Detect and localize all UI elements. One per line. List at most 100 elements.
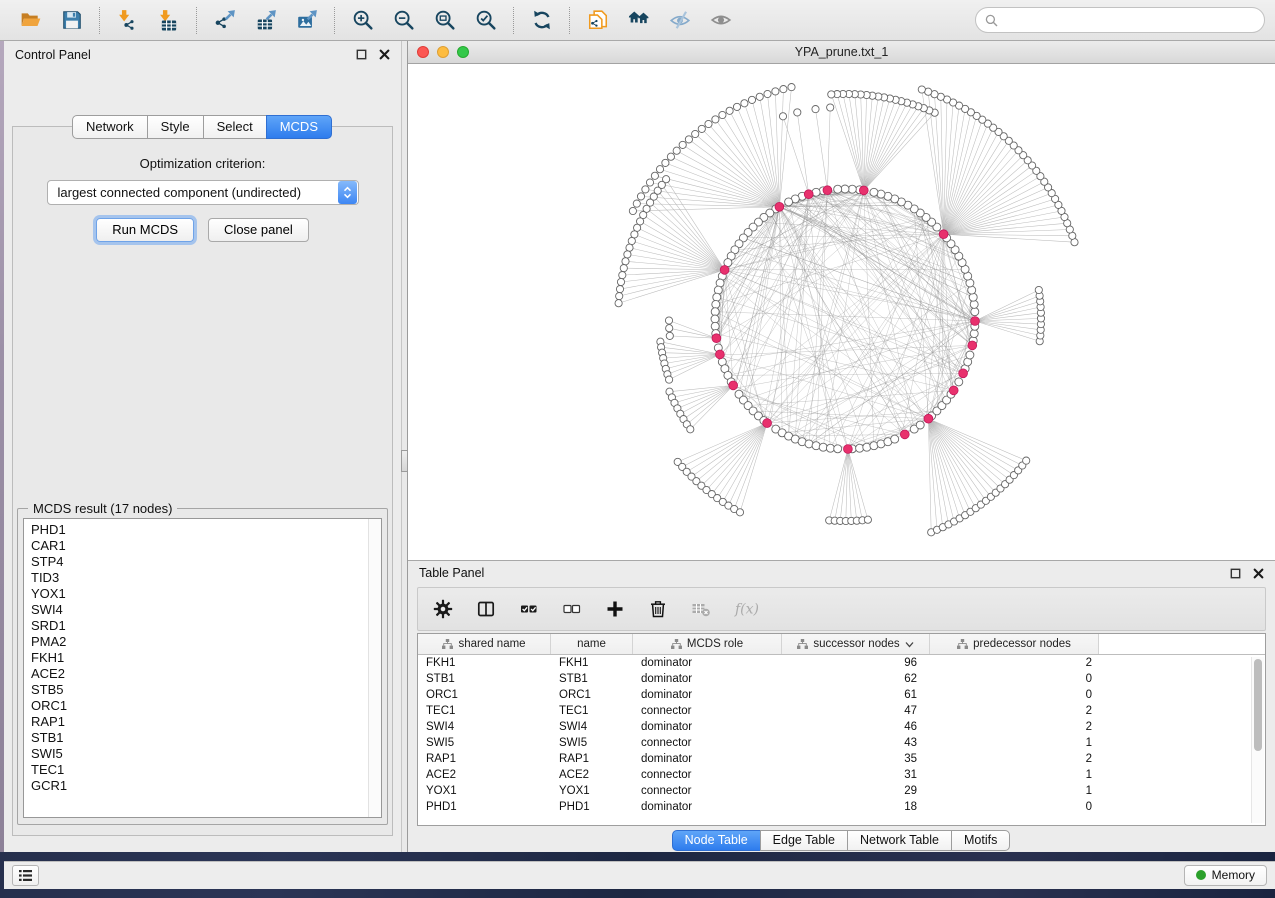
- table-row[interactable]: SWI4SWI4dominator462: [418, 719, 1265, 735]
- cell-successor-nodes[interactable]: 29: [782, 785, 930, 797]
- cell-name[interactable]: PHD1: [551, 801, 633, 813]
- criterion-dropdown[interactable]: largest connected component (undirected): [47, 180, 359, 205]
- cell-predecessor-nodes[interactable]: 2: [930, 705, 1099, 717]
- column-header-name[interactable]: name: [551, 634, 633, 654]
- cell-shared-name[interactable]: RAP1: [418, 753, 551, 765]
- export-table-button[interactable]: [245, 4, 286, 37]
- zoom-window-button[interactable]: [457, 46, 469, 58]
- mcds-result-item[interactable]: TEC1: [24, 762, 381, 778]
- mcds-result-item[interactable]: TID3: [24, 570, 381, 586]
- tab-network[interactable]: Network: [72, 115, 148, 139]
- float-table-panel-icon[interactable]: [1230, 568, 1241, 579]
- cell-MCDS-role[interactable]: dominator: [633, 801, 782, 813]
- create-column-button[interactable]: [602, 596, 628, 622]
- mcds-result-item[interactable]: CAR1: [24, 538, 381, 554]
- zoom-selected-button[interactable]: [465, 4, 506, 37]
- mcds-result-item[interactable]: SWI4: [24, 602, 381, 618]
- cell-name[interactable]: TEC1: [551, 705, 633, 717]
- tab-style[interactable]: Style: [147, 115, 204, 139]
- close-table-panel-icon[interactable]: [1253, 568, 1264, 579]
- cell-successor-nodes[interactable]: 62: [782, 673, 930, 685]
- import-table-button[interactable]: [148, 4, 189, 37]
- cell-name[interactable]: ORC1: [551, 689, 633, 701]
- cell-MCDS-role[interactable]: connector: [633, 785, 782, 797]
- cell-predecessor-nodes[interactable]: 0: [930, 673, 1099, 685]
- cell-predecessor-nodes[interactable]: 2: [930, 657, 1099, 669]
- tab-mcds[interactable]: MCDS: [266, 115, 332, 139]
- delete-columns-button[interactable]: [645, 596, 671, 622]
- cell-MCDS-role[interactable]: dominator: [633, 721, 782, 733]
- minimize-window-button[interactable]: [437, 46, 449, 58]
- mcds-result-item[interactable]: YOX1: [24, 586, 381, 602]
- table-row[interactable]: SWI5SWI5connector431: [418, 735, 1265, 751]
- close-panel-button[interactable]: Close panel: [208, 218, 309, 242]
- cell-MCDS-role[interactable]: connector: [633, 737, 782, 749]
- cell-predecessor-nodes[interactable]: 0: [930, 801, 1099, 813]
- show-all-button[interactable]: [700, 4, 741, 37]
- close-panel-icon[interactable]: [379, 49, 390, 60]
- mcds-result-item[interactable]: ORC1: [24, 698, 381, 714]
- splitter-handle[interactable]: [401, 450, 408, 472]
- zoom-fit-button[interactable]: [424, 4, 465, 37]
- table-row[interactable]: ACE2ACE2connector311: [418, 767, 1265, 783]
- search-box[interactable]: [975, 7, 1265, 33]
- close-window-button[interactable]: [417, 46, 429, 58]
- column-header-predecessor-nodes[interactable]: predecessor nodes: [930, 634, 1099, 654]
- table-row[interactable]: STB1STB1dominator620: [418, 671, 1265, 687]
- tab-edge-table[interactable]: Edge Table: [760, 830, 848, 851]
- cell-MCDS-role[interactable]: dominator: [633, 673, 782, 685]
- mcds-result-item[interactable]: PHD1: [24, 522, 381, 538]
- zoom-out-button[interactable]: [383, 4, 424, 37]
- mcds-result-item[interactable]: ACE2: [24, 666, 381, 682]
- cell-successor-nodes[interactable]: 96: [782, 657, 930, 669]
- network-graph[interactable]: [408, 64, 1275, 560]
- cell-name[interactable]: ACE2: [551, 769, 633, 781]
- table-options-gear-button[interactable]: [430, 596, 456, 622]
- cell-successor-nodes[interactable]: 46: [782, 721, 930, 733]
- refresh-view-button[interactable]: [521, 4, 562, 37]
- export-image-button[interactable]: [286, 4, 327, 37]
- result-list-scrollbar[interactable]: [368, 519, 381, 817]
- mcds-result-item[interactable]: RAP1: [24, 714, 381, 730]
- search-input[interactable]: [1004, 13, 1255, 28]
- first-neighbors-button[interactable]: [618, 4, 659, 37]
- table-row[interactable]: ORC1ORC1dominator610: [418, 687, 1265, 703]
- zoom-in-button[interactable]: [342, 4, 383, 37]
- cell-name[interactable]: STB1: [551, 673, 633, 685]
- tab-node-table[interactable]: Node Table: [672, 830, 761, 851]
- duplicate-network-button[interactable]: [577, 4, 618, 37]
- cell-successor-nodes[interactable]: 61: [782, 689, 930, 701]
- mcds-result-item[interactable]: PMA2: [24, 634, 381, 650]
- cell-MCDS-role[interactable]: connector: [633, 705, 782, 717]
- cell-MCDS-role[interactable]: connector: [633, 769, 782, 781]
- cell-MCDS-role[interactable]: dominator: [633, 689, 782, 701]
- tab-network-table[interactable]: Network Table: [847, 830, 952, 851]
- cell-successor-nodes[interactable]: 35: [782, 753, 930, 765]
- table-scrollbar[interactable]: [1251, 657, 1264, 823]
- tab-motifs[interactable]: Motifs: [951, 830, 1010, 851]
- open-session-button[interactable]: [10, 4, 51, 37]
- cell-predecessor-nodes[interactable]: 2: [930, 721, 1099, 733]
- hide-all-columns-button[interactable]: [559, 596, 585, 622]
- cell-MCDS-role[interactable]: dominator: [633, 657, 782, 669]
- cell-shared-name[interactable]: ACE2: [418, 769, 551, 781]
- split-panel-button[interactable]: [473, 596, 499, 622]
- run-mcds-button[interactable]: Run MCDS: [96, 218, 194, 242]
- cell-successor-nodes[interactable]: 43: [782, 737, 930, 749]
- cell-MCDS-role[interactable]: dominator: [633, 753, 782, 765]
- cell-name[interactable]: FKH1: [551, 657, 633, 669]
- cell-name[interactable]: SWI5: [551, 737, 633, 749]
- show-task-history-button[interactable]: [12, 865, 39, 886]
- cell-predecessor-nodes[interactable]: 1: [930, 785, 1099, 797]
- cell-shared-name[interactable]: YOX1: [418, 785, 551, 797]
- table-row[interactable]: YOX1YOX1connector291: [418, 783, 1265, 799]
- cell-predecessor-nodes[interactable]: 2: [930, 753, 1099, 765]
- table-row[interactable]: TEC1TEC1connector472: [418, 703, 1265, 719]
- show-all-columns-button[interactable]: [516, 596, 542, 622]
- cell-predecessor-nodes[interactable]: 1: [930, 737, 1099, 749]
- cell-successor-nodes[interactable]: 47: [782, 705, 930, 717]
- cell-name[interactable]: RAP1: [551, 753, 633, 765]
- mcds-result-item[interactable]: GCR1: [24, 778, 381, 794]
- cell-shared-name[interactable]: SWI5: [418, 737, 551, 749]
- mcds-result-item[interactable]: FKH1: [24, 650, 381, 666]
